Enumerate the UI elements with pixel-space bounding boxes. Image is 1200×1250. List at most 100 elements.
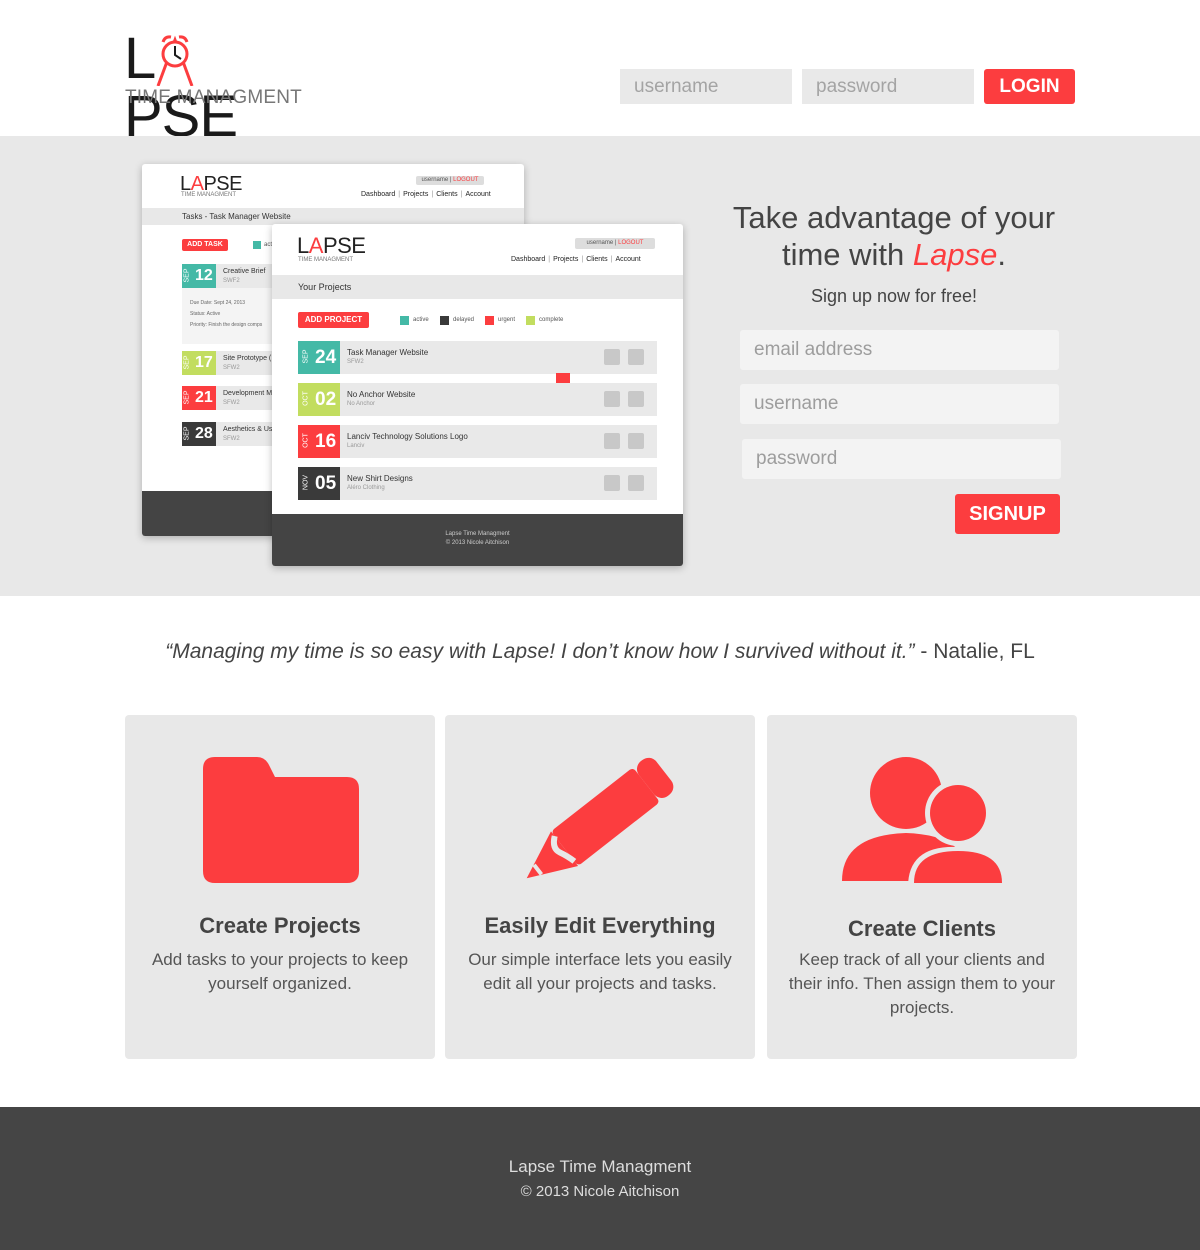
project-title: Task Manager Website <box>347 348 429 357</box>
legend-delayed-swatch <box>440 316 449 325</box>
preview-bar-title: Tasks - Task Manager Website <box>142 208 524 225</box>
preview-project-row: OCT 16 Lanciv Technology Solutions Logo … <box>298 425 657 458</box>
users-icon <box>842 757 1006 887</box>
login-password-input[interactable]: password <box>802 69 974 104</box>
preview-nav: Dashboard | Projects | Clients | Account <box>361 191 491 198</box>
preview-add-project-button: ADD PROJECT <box>298 312 369 328</box>
date-badge: SEP 28 <box>182 422 216 446</box>
feature-title: Easily Edit Everything <box>484 913 716 938</box>
edit-icon <box>604 475 620 491</box>
preview-task-row: SEP 17 Site Prototype ( SFW2 <box>182 351 282 375</box>
hero-subtitle: Sign up now for free! <box>810 286 978 306</box>
preview-logo: LAPSE <box>180 173 242 195</box>
preview-add-task-button: ADD TASK <box>182 239 228 251</box>
preview-bar-title: Your Projects <box>272 275 683 299</box>
date-badge: SEP 12 <box>182 264 216 288</box>
legend-active-swatch <box>400 316 409 325</box>
project-title: Lanciv Technology Solutions Logo <box>347 432 468 441</box>
task-detail-panel: Due Date: Sept 24, 2013 Status: Active P… <box>182 288 282 344</box>
task-subtitle: SFW2 <box>223 365 240 371</box>
preview-task-row: SEP 21 Development M SFW2 <box>182 386 282 410</box>
feature-title: Create Projects <box>199 913 361 938</box>
date-badge: OCT 16 <box>298 425 340 458</box>
hero-title: Take advantage of your time with Lapse. <box>732 200 1056 272</box>
site-header: LPSE TIME MANAGMENT username password LO… <box>0 0 1200 146</box>
legend-active-swatch <box>253 241 261 249</box>
preview-front-footer: Lapse Time Managment © 2013 Nicole Aitch… <box>272 514 683 566</box>
project-subtitle: SFW2 <box>347 359 364 365</box>
signup-username-input[interactable]: username <box>740 384 1059 424</box>
signup-button[interactable]: SIGNUP <box>955 494 1060 534</box>
edit-icon <box>604 391 620 407</box>
footer-copyright: © 2013 Nicole Aitchison <box>520 1183 680 1200</box>
footer-title: Lapse Time Managment <box>508 1157 692 1176</box>
feature-description: Keep track of all your clients and their… <box>788 950 1056 1017</box>
preview-nav: Dashboard | Projects | Clients | Account <box>511 256 641 263</box>
feature-card-edit: Easily Edit Everything Our simple interf… <box>445 715 755 1059</box>
view-icon <box>628 349 644 365</box>
project-title: No Anchor Website <box>347 390 416 399</box>
project-subtitle: No Anchor <box>347 401 376 407</box>
preview-projects-screenshot: LAPSE TIME MANAGMENT username | LOGOUT D… <box>272 224 683 566</box>
preview-footer-line2: © 2013 Nicole Aitchison <box>445 540 510 546</box>
testimonial-author: - Natalie, FL <box>914 640 1035 663</box>
project-title: New Shirt Designs <box>347 474 413 483</box>
task-subtitle: SFW2 <box>223 436 240 442</box>
testimonial: “Managing my time is so easy with Lapse!… <box>0 640 1200 664</box>
feature-description: Add tasks to your projects to keep yours… <box>151 950 409 993</box>
preview-logo: LAPSE <box>297 233 366 258</box>
login-username-input[interactable]: username <box>620 69 792 104</box>
date-badge: NOV 05 <box>298 467 340 500</box>
preview-logo-subtitle: TIME MANAGMENT <box>298 257 353 263</box>
feature-card-projects: Create Projects Add tasks to your projec… <box>125 715 435 1059</box>
signup-email-input[interactable]: email address <box>740 330 1059 370</box>
project-subtitle: Lanciv <box>347 443 365 449</box>
task-subtitle: SWF2 <box>223 278 240 284</box>
preview-task-row: SEP 28 Aesthetics & Us SFW2 <box>182 422 282 446</box>
legend-urgent-label: urgent <box>498 317 516 323</box>
date-badge: OCT 02 <box>298 383 340 416</box>
view-icon <box>628 391 644 407</box>
feature-card-clients: Create Clients Keep track of all your cl… <box>767 715 1077 1059</box>
logo-letter-l: L <box>124 26 156 91</box>
edit-icon <box>604 433 620 449</box>
task-title: Creative Brief <box>223 268 266 275</box>
preview-user-box: username | LOGOUT <box>416 176 484 185</box>
task-title: Site Prototype ( <box>223 355 272 362</box>
legend-delayed-label: delayed <box>453 317 475 323</box>
task-title: Aesthetics & Us <box>223 426 273 433</box>
view-icon <box>628 433 644 449</box>
date-badge: SEP 21 <box>182 386 216 410</box>
folder-icon <box>203 757 359 883</box>
logo-subtitle: TIME MANAGMENT <box>125 87 302 108</box>
preview-footer-line1: Lapse Time Managment <box>445 531 510 537</box>
date-badge: SEP 24 <box>298 341 340 374</box>
pencil-icon <box>526 757 674 879</box>
preview-task-row: SEP 12 Creative Brief SWF2 <box>182 264 282 288</box>
preview-logo-subtitle: TIME MANAGMENT <box>181 192 236 198</box>
project-subtitle: Aléro Clothing <box>347 485 385 491</box>
view-icon <box>628 475 644 491</box>
hero-brand-name: Lapse <box>912 237 998 272</box>
preview-user-box: username | LOGOUT <box>575 238 655 249</box>
alarm-clock-icon <box>155 30 195 87</box>
signup-password-input[interactable]: password <box>742 439 1061 479</box>
login-button[interactable]: LOGIN <box>984 69 1075 104</box>
preview-project-row: OCT 02 No Anchor Website No Anchor <box>298 383 657 416</box>
task-subtitle: SFW2 <box>223 400 240 406</box>
feature-description: Our simple interface lets you easily edi… <box>468 950 732 993</box>
legend-active-label: active <box>413 317 429 323</box>
preview-project-row: NOV 05 New Shirt Designs Aléro Clothing <box>298 467 657 500</box>
legend-complete-label: complete <box>539 317 564 323</box>
legend-urgent-swatch <box>485 316 494 325</box>
feature-title: Create Clients <box>848 916 996 941</box>
legend-complete-swatch <box>526 316 535 325</box>
edit-icon <box>604 349 620 365</box>
task-title: Development M <box>223 390 273 397</box>
hero-section: LAPSE TIME MANAGMENT username | LOGOUT D… <box>0 136 1200 596</box>
site-footer: Lapse Time Managment © 2013 Nicole Aitch… <box>0 1107 1200 1250</box>
lapse-logo[interactable]: LPSE TIME MANAGMENT <box>124 30 302 146</box>
preview-project-row: SEP 24 Task Manager Website SFW2 <box>298 341 657 374</box>
date-badge: SEP 17 <box>182 351 216 375</box>
testimonial-quote: “Managing my time is so easy with Lapse!… <box>165 640 915 663</box>
